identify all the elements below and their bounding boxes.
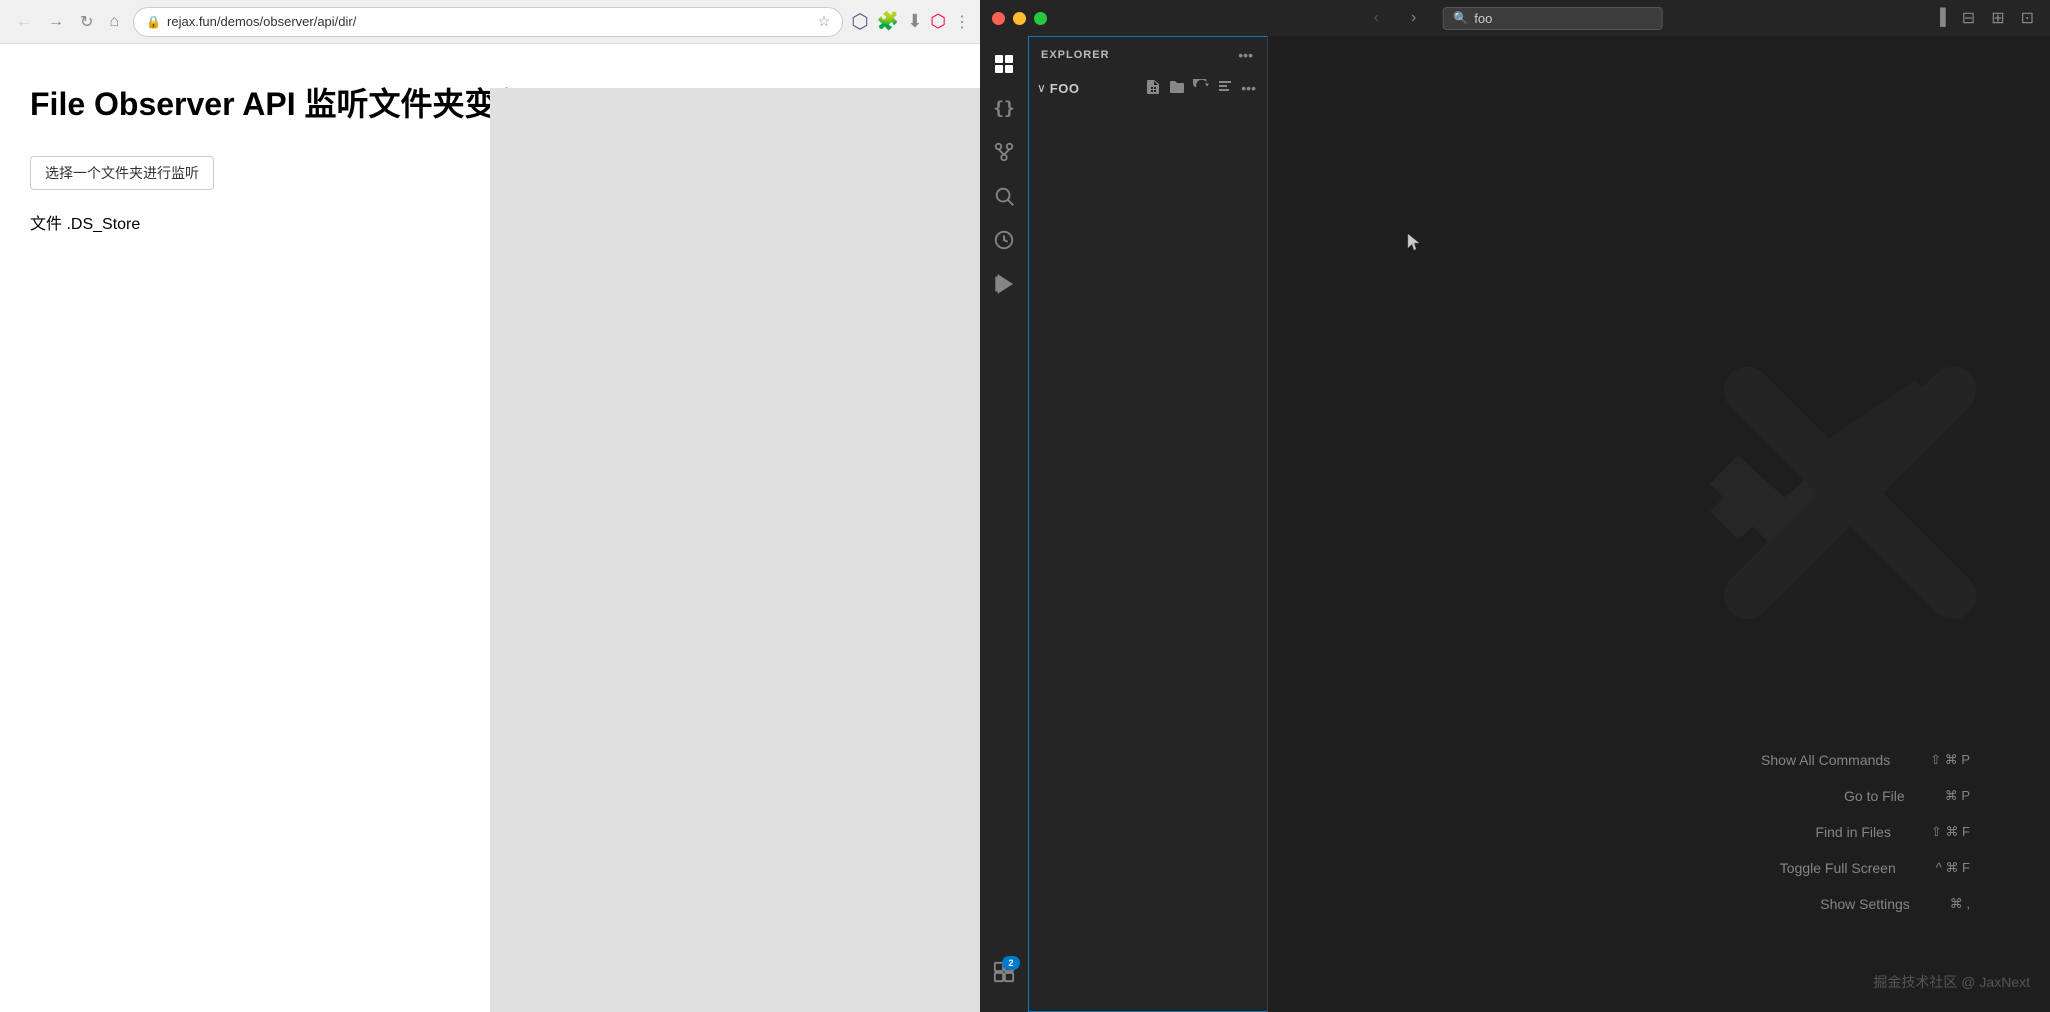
- sidebar-section-left: ∨ FOO: [1037, 81, 1079, 96]
- select-folder-button[interactable]: 选择一个文件夹进行监听: [30, 156, 214, 190]
- profile-icon[interactable]: ⬡: [851, 9, 868, 34]
- vscode-main: {}: [980, 36, 2050, 1012]
- shortcut-label-find: Find in Files: [1761, 824, 1891, 840]
- shortcut-keys-settings: ⌘ ,: [1950, 896, 1970, 912]
- activity-bar: {}: [980, 36, 1028, 1012]
- search-icon: 🔍: [1453, 11, 1468, 25]
- bookmark-icon[interactable]: ☆: [818, 13, 831, 30]
- command-shortcuts: Show All Commands ⇧ ⌘ P Go to File ⌘ P F…: [1761, 752, 1970, 912]
- activity-bar-timeline[interactable]: [984, 220, 1024, 260]
- shortcut-row-settings: Show Settings ⌘ ,: [1761, 896, 1970, 912]
- address-bar-actions: ☆: [818, 13, 831, 30]
- shortcut-keys-file: ⌘ P: [1945, 788, 1970, 804]
- titlebar-forward-button[interactable]: ›: [1405, 7, 1422, 29]
- search-bar-text: foo: [1474, 11, 1492, 26]
- shortcut-keys-commands: ⇧ ⌘ P: [1930, 752, 1970, 768]
- editor-area: Show All Commands ⇧ ⌘ P Go to File ⌘ P F…: [1268, 36, 2050, 1012]
- cursor-indicator: [1406, 232, 1422, 252]
- refresh-explorer-button[interactable]: [1190, 77, 1212, 100]
- browser-content: File Observer API 监听文件夹变化 选择一个文件夹进行监听 文件…: [0, 44, 980, 1012]
- section-more-button[interactable]: •••: [1238, 77, 1259, 100]
- panel-layout-button[interactable]: ⊞: [1987, 6, 2008, 30]
- section-actions: •••: [1142, 77, 1259, 100]
- vscode-titlebar: ‹ › 🔍 foo ▐ ⊟ ⊞ ⊡: [980, 0, 2050, 36]
- titlebar-right-actions: ▐ ⊟ ⊞ ⊡: [1930, 6, 2038, 30]
- sidebar-title: EXPLORER: [1041, 49, 1110, 61]
- home-button[interactable]: ⌂: [103, 9, 125, 35]
- shortcut-row-commands: Show All Commands ⇧ ⌘ P: [1761, 752, 1970, 768]
- activity-bar-outline[interactable]: {}: [984, 88, 1024, 128]
- shortcut-keys-fullscreen: ^ ⌘ F: [1936, 860, 1970, 876]
- shortcut-keys-find: ⇧ ⌘ F: [1931, 824, 1970, 840]
- sidebar-content: [1029, 103, 1267, 1011]
- maximize-button[interactable]: [1034, 12, 1047, 25]
- browser-toolbar: ← → ↻ ⌂ 🔒 ☆ ⬡ 🧩 ⬇ ⬡ ⋮: [0, 0, 980, 44]
- titlebar-center: ‹ › 🔍 foo: [1368, 7, 1663, 30]
- section-chevron-icon: ∨: [1037, 81, 1046, 95]
- download-icon[interactable]: ⬇: [907, 11, 922, 32]
- command-search-bar[interactable]: 🔍 foo: [1442, 7, 1662, 30]
- section-name: FOO: [1050, 81, 1080, 96]
- traffic-lights: [992, 12, 1047, 25]
- browser-panel: ← → ↻ ⌂ 🔒 ☆ ⬡ 🧩 ⬇ ⬡ ⋮ File Observer API …: [0, 0, 980, 1012]
- shortcut-label-commands: Show All Commands: [1761, 752, 1890, 768]
- minimize-button[interactable]: [1013, 12, 1026, 25]
- new-folder-button[interactable]: [1166, 77, 1188, 100]
- activity-bar-run[interactable]: [984, 264, 1024, 304]
- lock-icon: 🔒: [146, 15, 161, 29]
- vscode-panel: ‹ › 🔍 foo ▐ ⊟ ⊞ ⊡ {}: [980, 0, 2050, 1012]
- menu-icon[interactable]: ⋮: [954, 12, 970, 32]
- address-bar-container[interactable]: 🔒 ☆: [133, 7, 843, 37]
- shortcut-label-settings: Show Settings: [1761, 896, 1910, 912]
- account-icon[interactable]: ⬡: [930, 11, 946, 32]
- demo-area: [490, 88, 980, 1012]
- back-button[interactable]: ←: [10, 9, 38, 35]
- new-file-button[interactable]: [1142, 77, 1164, 100]
- shortcut-row-fullscreen: Toggle Full Screen ^ ⌘ F: [1761, 860, 1970, 876]
- shortcut-label-file: Go to File: [1761, 788, 1905, 804]
- sidebar-section-foo[interactable]: ∨ FOO •••: [1029, 73, 1267, 103]
- refresh-button[interactable]: ↻: [74, 8, 99, 36]
- collapse-all-button[interactable]: [1214, 77, 1236, 100]
- extensions-icon[interactable]: 🧩: [877, 11, 899, 32]
- activity-bar-explorer[interactable]: [984, 44, 1024, 84]
- shortcut-row-file: Go to File ⌘ P: [1761, 788, 1970, 804]
- forward-button[interactable]: →: [42, 9, 70, 35]
- shortcut-label-fullscreen: Toggle Full Screen: [1761, 860, 1896, 876]
- sidebar-header: EXPLORER •••: [1029, 37, 1267, 73]
- address-bar-input[interactable]: [167, 14, 812, 29]
- activity-bar-source-control[interactable]: [984, 132, 1024, 172]
- browser-toolbar-right: ⬡ 🧩 ⬇ ⬡ ⋮: [851, 9, 970, 34]
- browser-nav-buttons: ← → ↻ ⌂: [10, 8, 125, 36]
- sidebar-toggle-button[interactable]: ▐: [1930, 7, 1949, 29]
- activity-bar-search[interactable]: [984, 176, 1024, 216]
- sidebar-header-actions: •••: [1236, 45, 1255, 65]
- sidebar: EXPLORER ••• ∨ FOO: [1028, 36, 1268, 1012]
- watermark: 掘金技术社区 @ JaxNext: [1873, 972, 2030, 992]
- vscode-logo-background: [1710, 353, 1990, 638]
- layout-button[interactable]: ⊟: [1958, 6, 1979, 30]
- titlebar-back-button[interactable]: ‹: [1368, 7, 1385, 29]
- activity-bar-extensions[interactable]: [984, 952, 1024, 992]
- sidebar-more-button[interactable]: •••: [1236, 45, 1255, 65]
- close-button[interactable]: [992, 12, 1005, 25]
- shortcut-row-find: Find in Files ⇧ ⌘ F: [1761, 824, 1970, 840]
- more-actions-button[interactable]: ⊡: [2017, 6, 2038, 30]
